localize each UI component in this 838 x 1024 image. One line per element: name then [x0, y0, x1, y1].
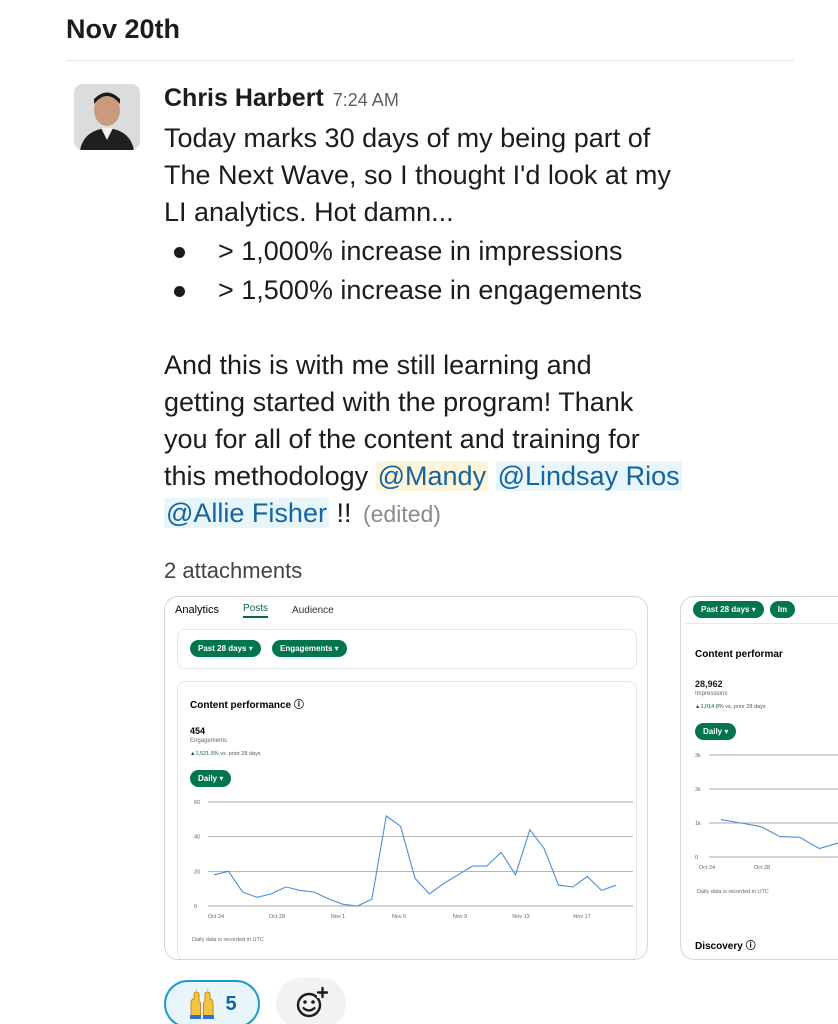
y-tick-label: 1k: [695, 821, 701, 827]
mention-mandy[interactable]: @Mandy: [375, 461, 489, 491]
y-tick-label: 3k: [695, 753, 701, 759]
bullet-list: > 1,000% increase in impressions > 1,500…: [164, 232, 804, 310]
metric-delta: ▲1,014.8% vs. prior 28 days: [695, 704, 766, 710]
footnote: Daily data is recorded in UTC: [697, 889, 769, 895]
message-line: getting started with the program! Thank: [164, 387, 634, 417]
y-tick-label: 2k: [695, 787, 701, 793]
daily-pill: Daily ▾: [190, 770, 232, 787]
message-text: this methodology: [164, 461, 376, 491]
panel-title: Content performance ⓘ: [190, 696, 304, 711]
panel-title-text: Content performance: [190, 700, 292, 711]
panel-title: Content performar: [695, 649, 783, 660]
message-line: @Allie Fisher !! (edited): [164, 495, 804, 533]
message-line: Today marks 30 days of my being part of: [164, 123, 651, 153]
delta-value: ▲1,014.8%: [695, 704, 724, 710]
message-line: The Next Wave, so I thought I'd look at …: [164, 160, 671, 190]
message-line: you for all of the content and training …: [164, 424, 640, 454]
avatar[interactable]: [74, 84, 140, 150]
series-line: [213, 814, 617, 907]
filter-bar: Past 28 days ▾ Engagements ▾: [177, 629, 637, 669]
y-tick-label: 20: [194, 869, 200, 875]
message-line: And this is with me still learning and: [164, 350, 592, 380]
daily-pill: Daily ▾: [695, 723, 737, 740]
tab-analytics: Analytics: [175, 604, 220, 616]
add-emoji-icon: [296, 986, 328, 1018]
x-tick-label: Nov 9: [453, 914, 467, 920]
message-line: this methodology @Mandy @Lindsay Rios: [164, 458, 804, 495]
bullet-dot: [174, 286, 185, 297]
delta-text: vs. prior 28 days: [218, 751, 261, 757]
reaction-count: 5: [225, 992, 237, 1015]
edited-label: (edited): [362, 501, 441, 527]
filter-bar: Past 28 days ▾ Im: [693, 601, 796, 618]
filter-pill-metric: Im: [769, 601, 796, 618]
metric-value: 454: [190, 726, 206, 736]
mention-allie-fisher[interactable]: @Allie Fisher: [164, 498, 329, 528]
metric-delta: ▲1,521.5% vs. prior 28 days: [190, 751, 261, 757]
x-tick-label: Nov 5: [392, 914, 406, 920]
attachment-image-1[interactable]: Analytics Posts Audience Past 28 days ▾ …: [164, 596, 648, 960]
tab-audience: Audience: [292, 604, 334, 616]
engagements-line-chart: 0 20 40 60 Oct 24 Oct 28 Nov 1 Nov 5 Nov 9 Nov 13…: [194, 800, 633, 920]
attachments-label: 2 attachments: [164, 558, 303, 583]
discovery-heading: Discovery ⓘ: [695, 937, 756, 952]
x-tick-label: Nov 1: [331, 914, 345, 920]
bullet-text: > 1,000% increase in impressions: [218, 236, 623, 266]
day-header: Nov 20th: [66, 14, 181, 44]
filter-pill-metric: Engagements ▾: [272, 640, 347, 657]
info-icon: ⓘ: [745, 941, 756, 952]
metric-value: 28,962: [695, 679, 723, 689]
x-tick-label: Oct 24: [699, 865, 715, 871]
content-performance-panel: Content performance ⓘ 454 Engagements ▲1…: [177, 681, 637, 959]
avatar-photo: [74, 84, 140, 150]
raised-hands-icon: [190, 989, 215, 1019]
bullet-item: > 1,000% increase in impressions: [164, 232, 804, 271]
author-name[interactable]: Chris Harbert: [164, 84, 324, 113]
y-tick-label: 0: [194, 904, 197, 910]
x-tick-label: Oct 28: [754, 865, 770, 871]
discovery-text: Discovery: [695, 941, 743, 952]
message-line: LI analytics. Hot damn...: [164, 197, 454, 227]
add-reaction-button[interactable]: [276, 978, 346, 1024]
x-tick-label: Oct 28: [269, 914, 285, 920]
tab-posts: Posts: [243, 603, 269, 618]
footnote: Daily data is recorded in UTC: [192, 937, 264, 943]
y-tick-label: 0: [695, 855, 698, 861]
bullet-text: > 1,500% increase in engagements: [218, 275, 643, 305]
series-line: [720, 819, 838, 850]
message-suffix: !!: [328, 498, 352, 528]
metric-label: Engagements: [190, 738, 228, 744]
filter-pill-period: Past 28 days ▾: [190, 640, 261, 657]
impressions-line-chart: 0 1k 2k 3k Oct 24 Oct 28: [695, 753, 838, 871]
mention-lindsay-rios[interactable]: @Lindsay Rios: [495, 461, 682, 491]
metric-label: Impressions: [695, 691, 728, 697]
x-tick-label: Nov 17: [573, 914, 590, 920]
bullet-dot: [174, 247, 185, 258]
message: Chris Harbert 7:24 AM Today marks 30 day…: [164, 84, 804, 533]
timestamp[interactable]: 7:24 AM: [333, 90, 399, 111]
x-tick-label: Nov 13: [512, 914, 529, 920]
bullet-item: > 1,500% increase in engagements: [164, 271, 804, 310]
day-divider: [66, 60, 794, 61]
delta-text: vs. prior 28 days: [723, 704, 766, 710]
delta-value: ▲1,521.5%: [190, 751, 219, 757]
analytics-tabs: Analytics Posts Audience: [175, 597, 334, 623]
x-tick-label: Oct 24: [208, 914, 224, 920]
info-icon: ⓘ: [293, 700, 304, 711]
reaction-raised-hands[interactable]: 5: [164, 980, 260, 1024]
y-tick-label: 60: [194, 800, 200, 806]
y-tick-label: 40: [194, 835, 200, 841]
attachment-image-2[interactable]: Past 28 days ▾ Im Content performar 28,9…: [680, 596, 838, 960]
filter-pill-period: Past 28 days ▾: [693, 601, 764, 618]
message-paragraph: And this is with me still learning and g…: [164, 347, 804, 533]
message-body: Today marks 30 days of my being part of …: [164, 120, 804, 533]
